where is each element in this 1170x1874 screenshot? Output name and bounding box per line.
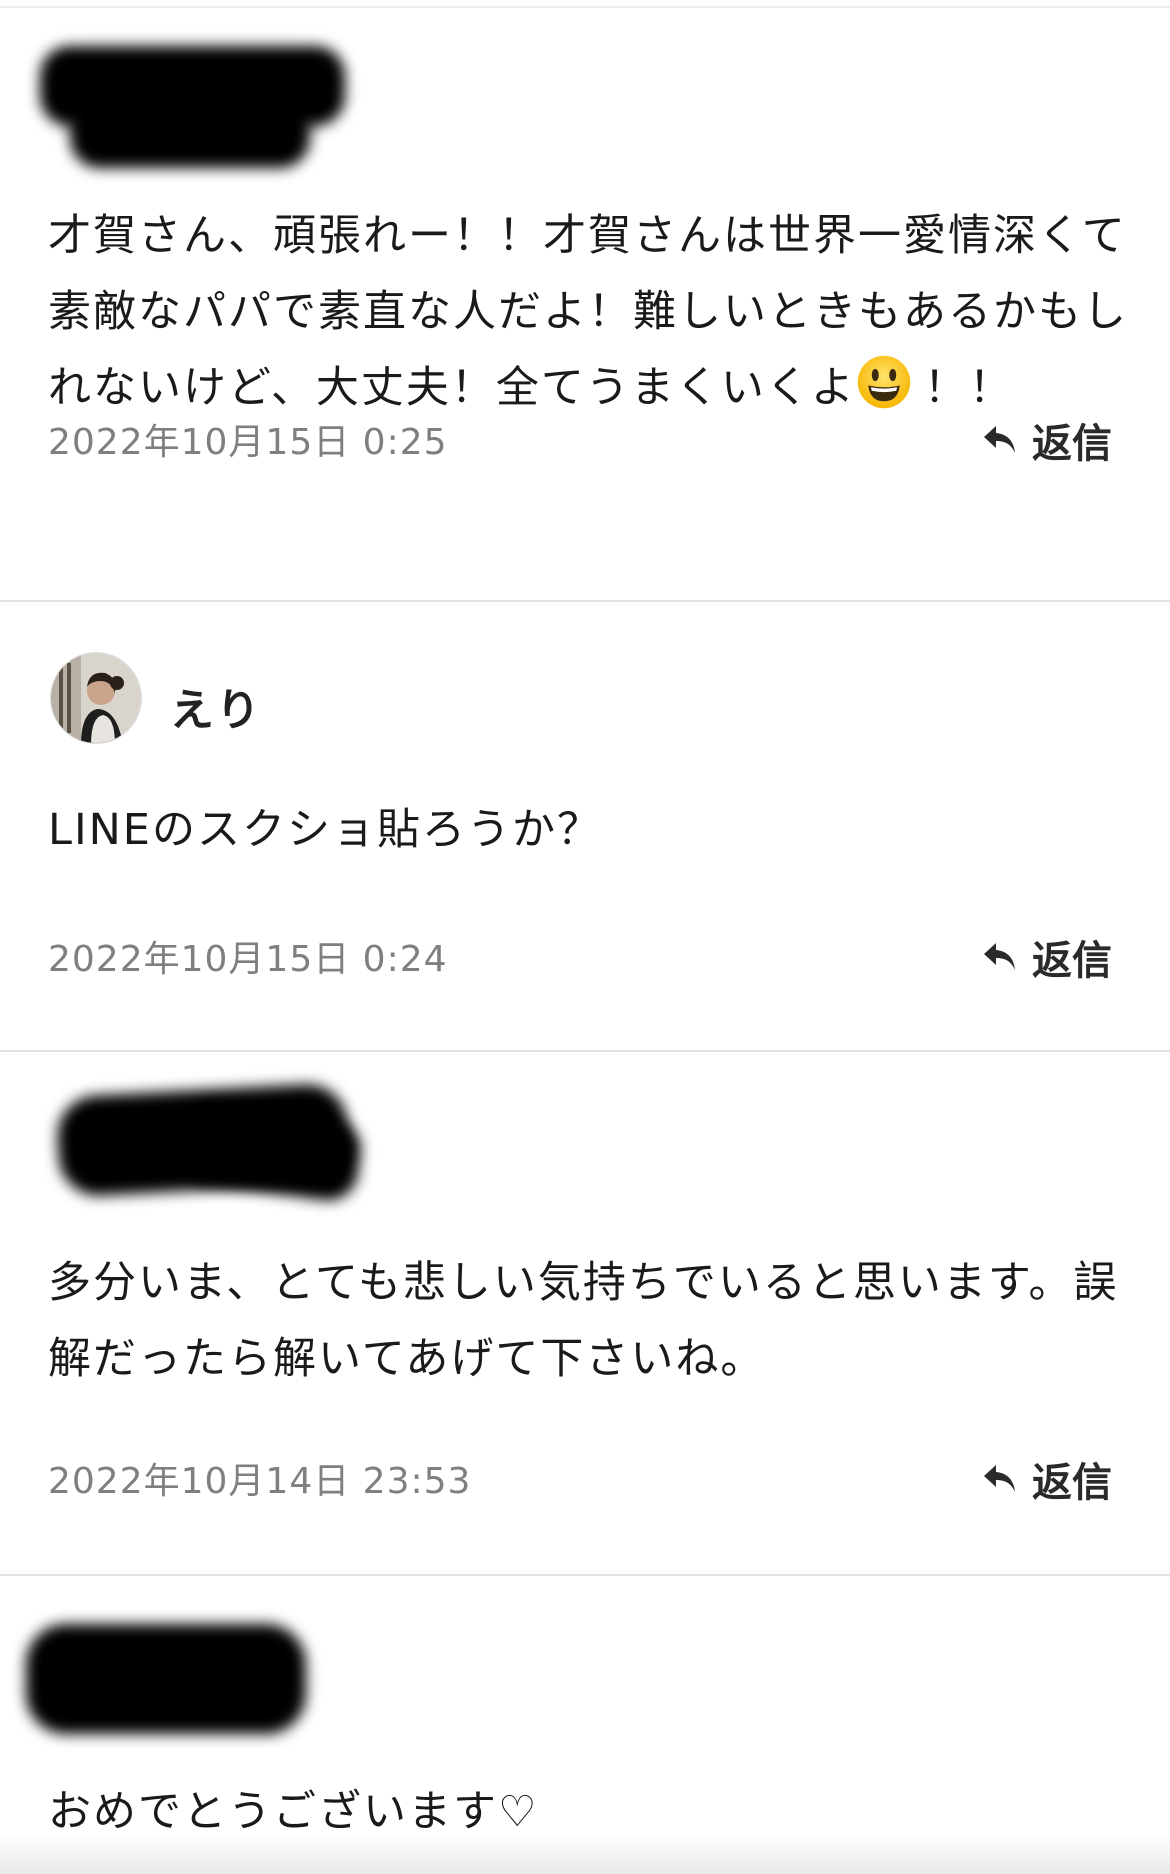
comment-timestamp: 2022年10月15日 0:25 (48, 422, 448, 463)
comment-body: 多分いま、とても悲しい気持ちでいると思います。誤解だったら解いてあげて下さいね。 (48, 1258, 1119, 1384)
avatar-photo (51, 653, 141, 743)
comment-item: 多分いま、とても悲しい気持ちでいると思います。誤解だったら解いてあげて下さいね。… (0, 1050, 1170, 1574)
comment-timestamp: 2022年10月14日 23:53 (48, 1461, 472, 1502)
redacted-user-info (26, 1624, 306, 1734)
reply-button[interactable]: 返信 (980, 411, 1112, 469)
reply-label: 返信 (1032, 938, 1112, 984)
reply-button[interactable]: 返信 (980, 1450, 1112, 1508)
comment-item: えり LINEのスクショ貼ろうか？ 2022年10月15日 0:24 返信 (0, 600, 1170, 1050)
reply-arrow-icon (984, 943, 1015, 970)
reply-label: 返信 (1032, 1460, 1112, 1506)
comment-item: 才賀さん、頑張れー！！才賀さんは世界一愛情深くて素敵なパパで素直な人だよ！難しい… (0, 6, 1170, 606)
comment-body: LINEのスクショ貼ろうか？ (48, 805, 602, 855)
grinning-face-icon (857, 355, 911, 409)
bottom-fade (0, 1834, 1170, 1874)
redacted-user-info (70, 98, 310, 168)
comment-body: 才賀さん、頑張れー！！才賀さんは世界一愛情深くて素敵なパパで素直な人だよ！難しい… (48, 211, 1128, 413)
reply-arrow-icon (984, 1465, 1015, 1492)
user-avatar[interactable] (50, 652, 142, 744)
username[interactable]: えり (170, 674, 262, 738)
reply-button[interactable]: 返信 (980, 928, 1112, 986)
reply-arrow-icon (984, 426, 1015, 453)
comment-item: おめでとうございます♡ (0, 1574, 1170, 1874)
reply-label: 返信 (1032, 421, 1112, 467)
comment-timestamp: 2022年10月15日 0:24 (48, 939, 448, 980)
